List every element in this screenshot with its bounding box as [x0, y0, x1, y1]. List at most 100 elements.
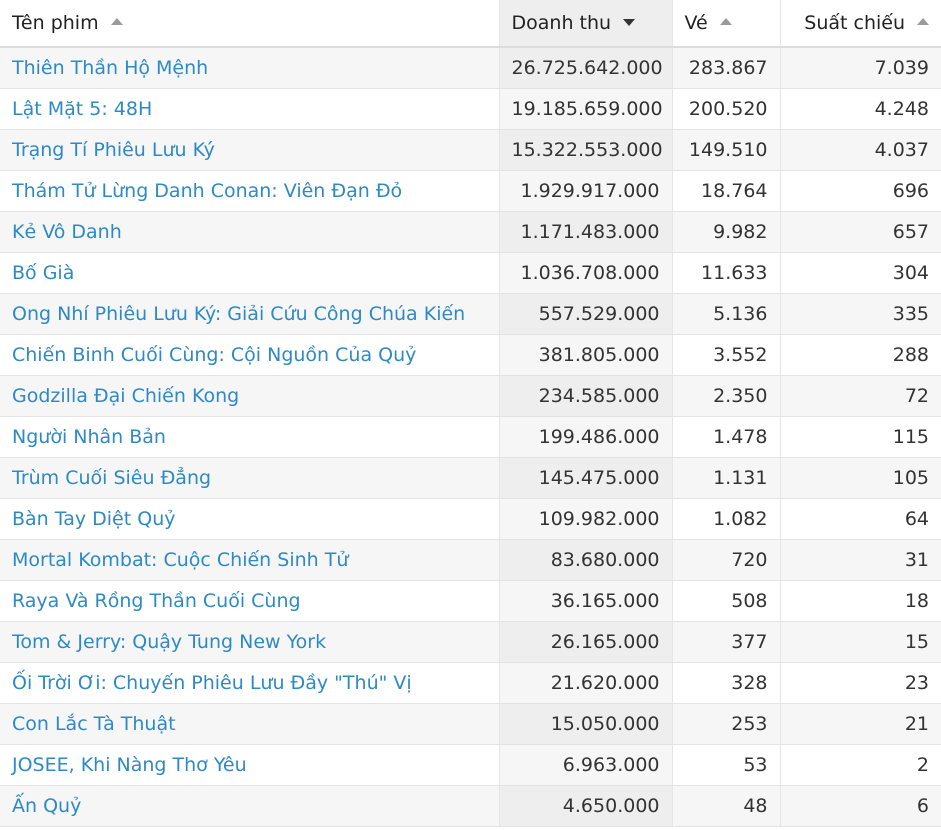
cell-title: Mortal Kombat: Cuộc Chiến Sinh Tử: [0, 539, 499, 581]
cell-title: Con Lắc Tà Thuật: [0, 703, 499, 745]
table-row: Người Nhân Bản 199.486.000 1.478 115: [0, 416, 941, 458]
cell-revenue: 1.036.708.000: [498, 252, 672, 294]
column-header-tickets-label: Vé: [684, 12, 708, 34]
movie-title-link[interactable]: Godzilla Đại Chiến Kong: [12, 385, 239, 407]
movie-title-link[interactable]: Raya Và Rồng Thần Cuối Cùng: [12, 590, 301, 612]
cell-showtimes: 4.248: [779, 88, 941, 130]
cell-revenue: 15.050.000: [498, 703, 672, 745]
cell-showtimes: 18: [779, 580, 941, 622]
table-row: Kẻ Vô Danh 1.171.483.000 9.982 657: [0, 211, 941, 253]
cell-showtimes: 115: [779, 416, 941, 458]
cell-title: Godzilla Đại Chiến Kong: [0, 375, 499, 417]
cell-tickets: 283.867: [671, 47, 780, 89]
movie-title-link[interactable]: Mortal Kombat: Cuộc Chiến Sinh Tử: [12, 549, 348, 571]
movie-title-link[interactable]: Người Nhân Bản: [12, 426, 166, 448]
movie-title-link[interactable]: Bàn Tay Diệt Quỷ: [12, 508, 175, 530]
cell-showtimes: 2: [779, 744, 941, 786]
table-row: Tom & Jerry: Quậy Tung New York 26.165.00…: [0, 621, 941, 663]
box-office-table: Tên phim Doanh thu Vé Suất chiếu Thiên T…: [0, 0, 941, 827]
cell-showtimes: 4.037: [779, 129, 941, 171]
cell-showtimes: 21: [779, 703, 941, 745]
cell-showtimes: 64: [779, 498, 941, 540]
cell-tickets: 11.633: [671, 252, 780, 294]
cell-tickets: 149.510: [671, 129, 780, 171]
movie-title-link[interactable]: Thám Tử Lừng Danh Conan: Viên Đạn Đỏ: [12, 180, 402, 202]
movie-title-link[interactable]: Trạng Tí Phiêu Lưu Ký: [12, 139, 215, 161]
column-header-showtimes[interactable]: Suất chiếu: [779, 0, 941, 48]
cell-revenue: 21.620.000: [498, 662, 672, 704]
cell-showtimes: 15: [779, 621, 941, 663]
movie-title-link[interactable]: Bố Già: [12, 262, 74, 284]
cell-tickets: 1.131: [671, 457, 780, 499]
table-row: Ấn Quỷ 4.650.000 48 6: [0, 785, 941, 827]
cell-tickets: 200.520: [671, 88, 780, 130]
cell-revenue: 15.322.553.000: [498, 129, 672, 171]
cell-title: Trùm Cuối Siêu Đẳng: [0, 457, 499, 499]
table-row: Trạng Tí Phiêu Lưu Ký 15.322.553.000 149.5…: [0, 129, 941, 171]
sort-asc-icon: [917, 18, 929, 25]
cell-revenue: 19.185.659.000: [498, 88, 672, 130]
cell-revenue: 4.650.000: [498, 785, 672, 827]
column-header-revenue[interactable]: Doanh thu: [498, 0, 672, 48]
cell-title: Chiến Binh Cuối Cùng: Cội Nguồn Của Quỷ: [0, 334, 499, 376]
cell-title: Bàn Tay Diệt Quỷ: [0, 498, 499, 540]
cell-tickets: 48: [671, 785, 780, 827]
column-header-title[interactable]: Tên phim: [0, 0, 499, 48]
cell-revenue: 381.805.000: [498, 334, 672, 376]
table-row: Ối Trời Ơi: Chuyến Phiêu Lưu Đầy "Thú" V…: [0, 662, 941, 704]
movie-title-link[interactable]: Ong Nhí Phiêu Lưu Ký: Giải Cứu Công Chúa…: [12, 303, 465, 325]
column-header-tickets[interactable]: Vé: [671, 0, 780, 48]
cell-tickets: 1.478: [671, 416, 780, 458]
cell-showtimes: 31: [779, 539, 941, 581]
table-row: JOSEE, Khi Nàng Thơ Yêu 6.963.000 53 2: [0, 744, 941, 786]
table-row: Bố Già 1.036.708.000 11.633 304: [0, 252, 941, 294]
cell-showtimes: 72: [779, 375, 941, 417]
cell-showtimes: 6: [779, 785, 941, 827]
cell-tickets: 1.082: [671, 498, 780, 540]
cell-title: Thiên Thần Hộ Mệnh: [0, 47, 499, 89]
table-row: Godzilla Đại Chiến Kong 234.585.000 2.350 7…: [0, 375, 941, 417]
cell-tickets: 3.552: [671, 334, 780, 376]
sort-asc-icon: [110, 18, 123, 25]
table-row: Chiến Binh Cuối Cùng: Cội Nguồn Của Quỷ 3…: [0, 334, 941, 376]
movie-title-link[interactable]: Tom & Jerry: Quậy Tung New York: [12, 631, 326, 653]
cell-revenue: 6.963.000: [498, 744, 672, 786]
cell-tickets: 9.982: [671, 211, 780, 253]
movie-title-link[interactable]: Kẻ Vô Danh: [12, 221, 122, 243]
cell-tickets: 18.764: [671, 170, 780, 212]
cell-showtimes: 7.039: [779, 47, 941, 89]
movie-title-link[interactable]: Lật Mặt 5: 48H: [12, 98, 152, 120]
cell-showtimes: 304: [779, 252, 941, 294]
movie-title-link[interactable]: Chiến Binh Cuối Cùng: Cội Nguồn Của Quỷ: [12, 344, 416, 366]
table-body: Thiên Thần Hộ Mệnh 26.725.642.000 283.867 7…: [0, 47, 941, 827]
movie-title-link[interactable]: Thiên Thần Hộ Mệnh: [12, 57, 208, 79]
movie-title-link[interactable]: Ối Trời Ơi: Chuyến Phiêu Lưu Đầy "Thú" V…: [12, 672, 412, 694]
movie-title-link[interactable]: JOSEE, Khi Nàng Thơ Yêu: [12, 754, 247, 776]
cell-revenue: 1.171.483.000: [498, 211, 672, 253]
table-row: Bàn Tay Diệt Quỷ 109.982.000 1.082 64: [0, 498, 941, 540]
movie-title-link[interactable]: Ấn Quỷ: [12, 795, 81, 817]
cell-title: Ối Trời Ơi: Chuyến Phiêu Lưu Đầy "Thú" V…: [0, 662, 499, 704]
cell-tickets: 720: [671, 539, 780, 581]
cell-showtimes: 288: [779, 334, 941, 376]
cell-revenue: 26.165.000: [498, 621, 672, 663]
header-row: Tên phim Doanh thu Vé Suất chiếu: [0, 0, 941, 48]
cell-title: JOSEE, Khi Nàng Thơ Yêu: [0, 744, 499, 786]
cell-tickets: 253: [671, 703, 780, 745]
movie-title-link[interactable]: Con Lắc Tà Thuật: [12, 713, 176, 735]
sort-asc-icon: [719, 18, 732, 25]
movie-title-link[interactable]: Trùm Cuối Siêu Đẳng: [12, 467, 211, 489]
cell-revenue: 83.680.000: [498, 539, 672, 581]
cell-revenue: 199.486.000: [498, 416, 672, 458]
column-header-showtimes-label: Suất chiếu: [804, 12, 905, 34]
cell-tickets: 2.350: [671, 375, 780, 417]
cell-revenue: 234.585.000: [498, 375, 672, 417]
table-row: Lật Mặt 5: 48H 19.185.659.000 200.520 4.248: [0, 88, 941, 130]
cell-tickets: 328: [671, 662, 780, 704]
table-row: Trùm Cuối Siêu Đẳng 145.475.000 1.131 105: [0, 457, 941, 499]
cell-showtimes: 23: [779, 662, 941, 704]
cell-tickets: 5.136: [671, 293, 780, 335]
cell-showtimes: 696: [779, 170, 941, 212]
table-row: Thám Tử Lừng Danh Conan: Viên Đạn Đỏ 1.92…: [0, 170, 941, 212]
cell-revenue: 26.725.642.000: [498, 47, 672, 89]
